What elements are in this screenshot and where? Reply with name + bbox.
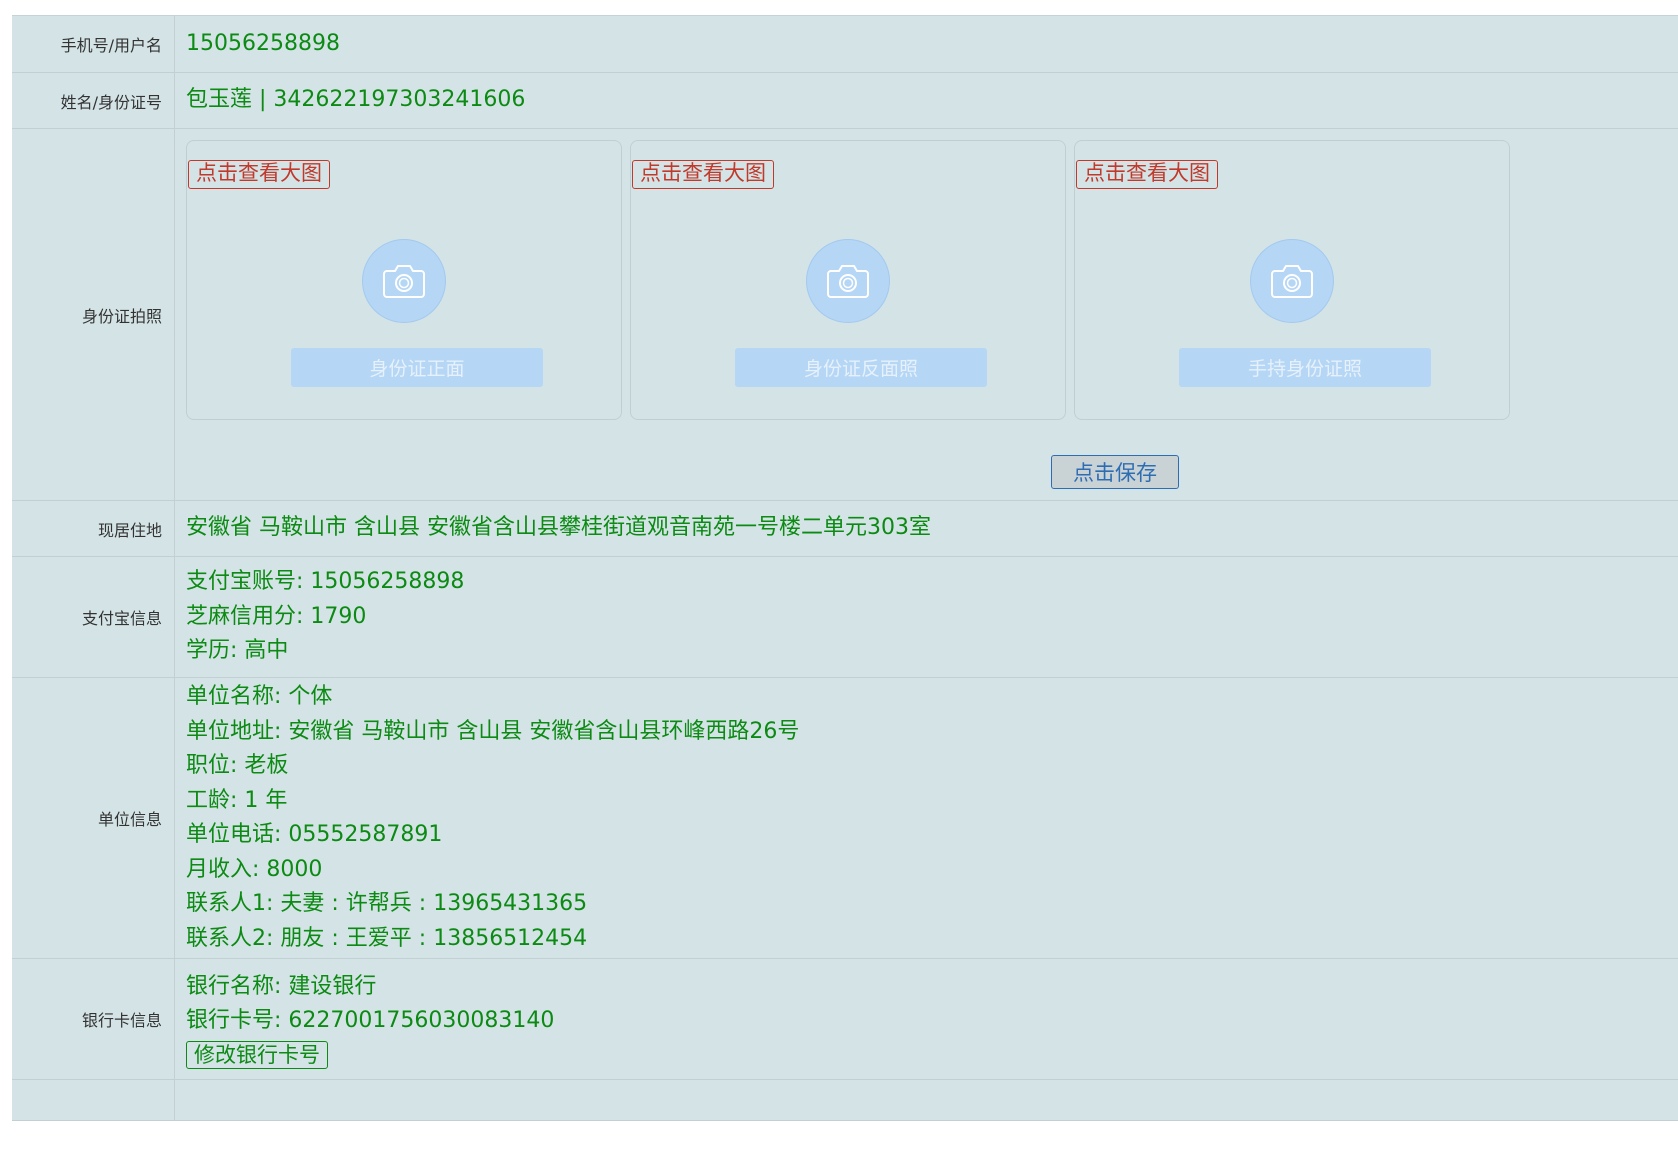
upload-id-front-button[interactable]: 身份证正面 (291, 348, 543, 387)
name-id-label: 姓名/身份证号 (12, 73, 175, 128)
row-name-id: 姓名/身份证号 包玉莲 | 342622197303241606 (12, 73, 1678, 129)
view-large-image-button[interactable]: 点击查看大图 (632, 160, 774, 189)
contact-2: 联系人2: 朋友 : 王爱平 : 13856512454 (186, 925, 588, 951)
row-alipay: 支付宝信息 支付宝账号: 15056258898 芝麻信用分: 1790 学历:… (12, 557, 1678, 678)
bank-name: 银行名称: 建设银行 (186, 973, 377, 999)
upload-id-handheld-button[interactable]: 手持身份证照 (1179, 348, 1431, 387)
id-photos-area: 点击查看大图 身份证正面 点击查看大图 身份证反面照 点击查看大图 手持身份证照… (175, 129, 1678, 500)
row-next (12, 1080, 1678, 1121)
id-back-card: 点击查看大图 身份证反面照 (630, 140, 1066, 420)
name-id-value: 包玉莲 | 342622197303241606 (186, 87, 526, 113)
work-phone: 单位电话: 05552587891 (186, 822, 443, 847)
row-phone: 手机号/用户名 15056258898 (12, 16, 1678, 73)
id-front-card: 点击查看大图 身份证正面 (186, 140, 622, 420)
bank-card-number: 银行卡号: 6227001756030083140 (186, 1008, 555, 1033)
next-row-label (12, 1080, 175, 1120)
camera-icon[interactable] (806, 239, 890, 323)
view-large-image-button[interactable]: 点击查看大图 (1076, 160, 1218, 189)
view-large-image-button[interactable]: 点击查看大图 (188, 160, 330, 189)
alipay-label: 支付宝信息 (12, 557, 175, 677)
camera-icon[interactable] (1250, 239, 1334, 323)
id-photos-label: 身份证拍照 (12, 129, 175, 500)
work-company-address: 单位地址: 安徽省 马鞍山市 含山县 安徽省含山县环峰西路26号 (186, 718, 800, 744)
camera-icon[interactable] (362, 239, 446, 323)
address-value: 安徽省 马鞍山市 含山县 安徽省含山县攀桂街道观音南苑一号楼二单元303室 (186, 515, 931, 541)
work-position: 职位: 老板 (186, 753, 289, 778)
bank-label: 银行卡信息 (12, 959, 175, 1079)
row-id-photos: 身份证拍照 点击查看大图 身份证正面 点击查看大图 身份证反面照 点击查看大图 … (12, 129, 1678, 501)
work-years: 工龄: 1 年 (186, 787, 288, 813)
education: 学历: 高中 (186, 638, 289, 664)
work-label: 单位信息 (12, 678, 175, 958)
row-address: 现居住地 安徽省 马鞍山市 含山县 安徽省含山县攀桂街道观音南苑一号楼二单元30… (12, 501, 1678, 557)
phone-value: 15056258898 (186, 30, 340, 56)
alipay-account: 支付宝账号: 15056258898 (186, 569, 465, 595)
upload-id-back-button[interactable]: 身份证反面照 (735, 348, 987, 387)
sesame-credit-score: 芝麻信用分: 1790 (186, 603, 367, 629)
monthly-income: 月收入: 8000 (186, 856, 323, 882)
row-work: 单位信息 单位名称: 个体 单位地址: 安徽省 马鞍山市 含山县 安徽省含山县环… (12, 678, 1678, 959)
save-button[interactable]: 点击保存 (1051, 455, 1179, 489)
address-label: 现居住地 (12, 501, 175, 556)
row-bank: 银行卡信息 银行名称: 建设银行 银行卡号: 62270017560300831… (12, 959, 1678, 1080)
work-company-name: 单位名称: 个体 (186, 684, 333, 709)
contact-1: 联系人1: 夫妻 : 许帮兵 : 13965431365 (186, 891, 588, 916)
id-handheld-card: 点击查看大图 手持身份证照 (1074, 140, 1510, 420)
phone-label: 手机号/用户名 (12, 16, 175, 72)
edit-bank-card-button[interactable]: 修改银行卡号 (186, 1040, 328, 1069)
customer-info-table: 手机号/用户名 15056258898 姓名/身份证号 包玉莲 | 342622… (12, 15, 1678, 1121)
